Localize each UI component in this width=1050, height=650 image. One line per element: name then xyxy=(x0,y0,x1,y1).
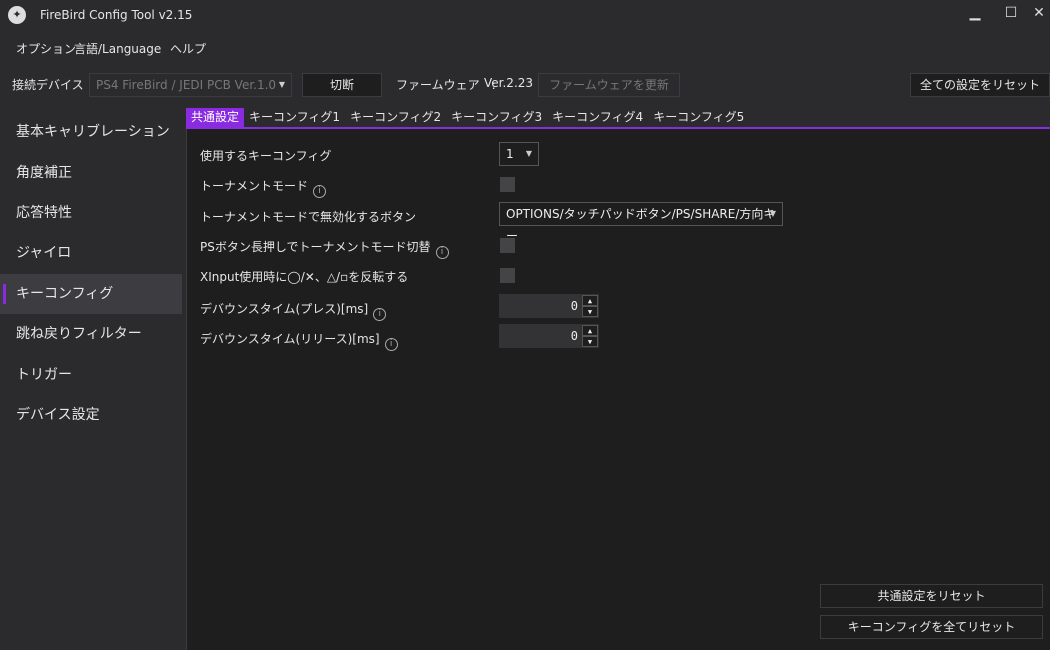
increment-icon[interactable]: ▲ xyxy=(582,295,598,306)
firmware-version: Ver.2.23 xyxy=(484,76,534,90)
sidebar-item-device[interactable]: デバイス設定 xyxy=(0,395,182,435)
disabled-buttons-select[interactable]: OPTIONS/タッチパッドボタン/PS/SHARE/方向キー ▼ xyxy=(499,202,783,243)
sidebar-item-calibration[interactable]: 基本キャリブレーション xyxy=(0,112,182,152)
minimize-button[interactable]: ▁ xyxy=(960,2,990,24)
sidebar-item-response[interactable]: 応答特性 xyxy=(0,193,182,233)
decrement-icon[interactable]: ▼ xyxy=(582,306,598,317)
title-bar: ✦ FireBird Config Tool v2.15 ▁ ☐ ✕ xyxy=(0,0,1050,30)
key-config-value: 1 xyxy=(506,147,514,161)
debounce-press-label: デバウンスタイム(プレス)[ms] i xyxy=(200,300,387,321)
info-icon[interactable]: i xyxy=(435,246,449,259)
window-title: FireBird Config Tool v2.15 xyxy=(40,8,193,22)
key-config-label: 使用するキーコンフィグ xyxy=(200,149,332,163)
tab-bar: 共通設定 キーコンフィグ1 キーコンフィグ2 キーコンフィグ3 キーコンフィグ4… xyxy=(186,108,749,127)
tab-key-config-5[interactable]: キーコンフィグ5 xyxy=(648,108,749,127)
debounce-press-value: 0 xyxy=(570,299,578,313)
menu-options[interactable]: オプション xyxy=(16,40,76,57)
sidebar-item-key-config[interactable]: キーコンフィグ xyxy=(0,274,182,314)
menu-help[interactable]: ヘルプ xyxy=(170,40,206,57)
tab-key-config-3[interactable]: キーコンフィグ3 xyxy=(446,108,547,127)
chevron-down-icon: ▼ xyxy=(769,209,776,218)
app-logo-icon: ✦ xyxy=(8,6,26,24)
tab-key-config-1[interactable]: キーコンフィグ1 xyxy=(244,108,345,127)
tab-key-config-4[interactable]: キーコンフィグ4 xyxy=(547,108,648,127)
disabled-buttons-label: トーナメントモードで無効化するボタン xyxy=(200,210,417,224)
device-label: 接続デバイス xyxy=(12,78,84,92)
sidebar-item-gyro[interactable]: ジャイロ xyxy=(0,233,182,273)
tournament-text: トーナメントモード xyxy=(200,179,309,193)
info-icon[interactable]: i xyxy=(384,338,398,351)
tab-key-config-2[interactable]: キーコンフィグ2 xyxy=(345,108,446,127)
debounce-press-text: デバウンスタイム(プレス)[ms] xyxy=(200,302,369,316)
tournament-label: トーナメントモード i xyxy=(200,177,327,198)
firmware-label: ファームウェア : xyxy=(396,78,496,92)
decrement-icon[interactable]: ▼ xyxy=(582,336,598,347)
xinput-label: XInput使用時に◯/✕、△/▫を反転する xyxy=(200,270,409,284)
maximize-button[interactable]: ☐ xyxy=(996,2,1026,24)
reset-key-configs-button[interactable]: キーコンフィグを全てリセット xyxy=(820,615,1043,639)
chevron-down-icon: ▼ xyxy=(525,149,532,158)
debounce-release-label: デバウンスタイム(リリース)[ms] i xyxy=(200,330,398,351)
tournament-checkbox[interactable] xyxy=(500,177,515,192)
reset-all-button[interactable]: 全ての設定をリセット xyxy=(910,73,1050,97)
ps-hold-checkbox[interactable] xyxy=(500,238,515,253)
debounce-press-stepper[interactable]: 0 ▲ ▼ xyxy=(499,294,599,318)
update-firmware-button[interactable]: ファームウェアを更新 xyxy=(538,73,680,97)
ps-hold-text: PSボタン長押しでトーナメントモード切替 xyxy=(200,240,431,254)
sidebar-item-angle[interactable]: 角度補正 xyxy=(0,153,182,193)
increment-icon[interactable]: ▲ xyxy=(582,325,598,336)
info-icon[interactable]: i xyxy=(373,308,387,321)
sidebar-item-bounce-filter[interactable]: 跳ね戻りフィルター xyxy=(0,314,182,354)
sidebar-item-trigger[interactable]: トリガー xyxy=(0,355,182,395)
key-config-select[interactable]: 1 ▼ xyxy=(499,142,539,166)
device-value: PS4 FireBird / JEDI PCB Ver.1.0 xyxy=(96,78,277,92)
menu-language[interactable]: 言語/Language xyxy=(74,40,161,57)
ps-hold-label: PSボタン長押しでトーナメントモード切替 i xyxy=(200,238,449,259)
xinput-checkbox[interactable] xyxy=(500,268,515,283)
disconnect-button[interactable]: 切断 xyxy=(302,73,382,97)
close-button[interactable]: ✕ xyxy=(1028,2,1050,24)
info-icon[interactable]: i xyxy=(313,185,327,198)
debounce-release-text: デバウンスタイム(リリース)[ms] xyxy=(200,332,380,346)
tab-common[interactable]: 共通設定 xyxy=(186,108,245,127)
debounce-release-stepper[interactable]: 0 ▲ ▼ xyxy=(499,324,599,348)
chevron-down-icon: ▼ xyxy=(278,80,285,89)
reset-common-button[interactable]: 共通設定をリセット xyxy=(820,584,1043,608)
device-select[interactable]: PS4 FireBird / JEDI PCB Ver.1.0 ▼ xyxy=(89,73,292,97)
debounce-release-value: 0 xyxy=(570,329,578,343)
